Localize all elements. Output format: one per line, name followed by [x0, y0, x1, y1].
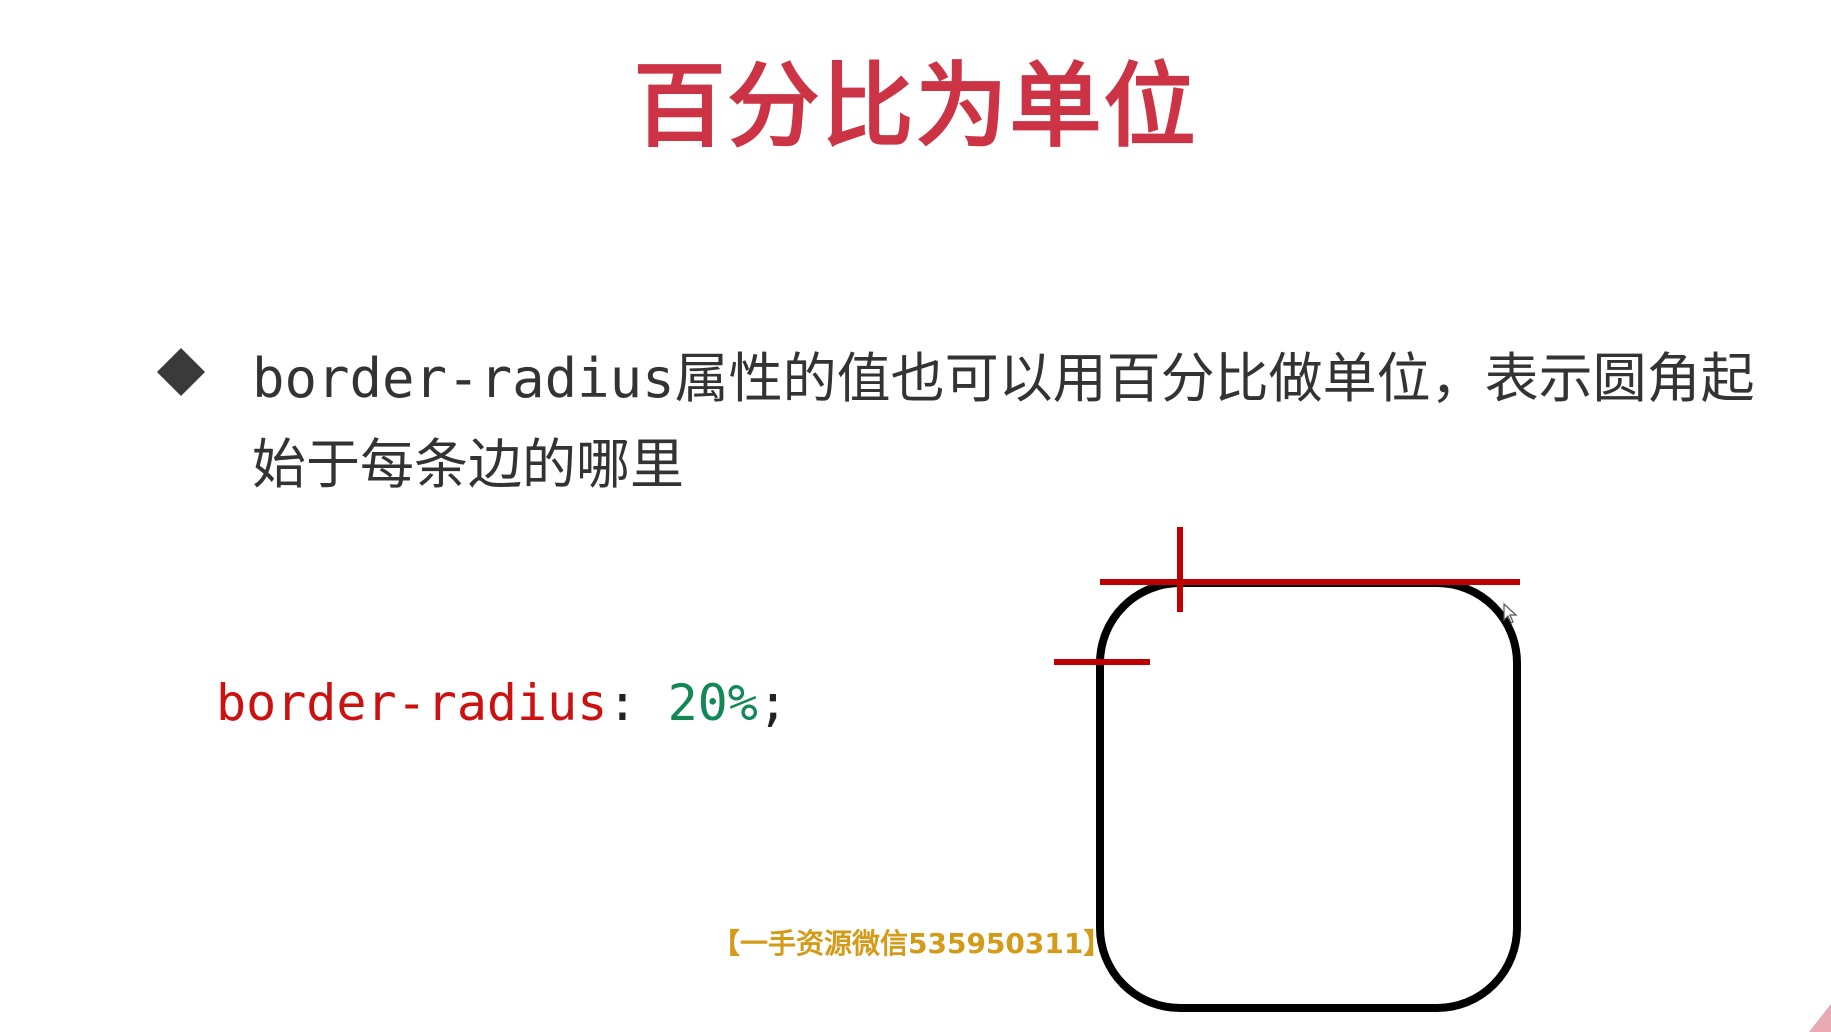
bullet-code-term: border-radius — [252, 347, 675, 410]
bullet-text: border-radius属性的值也可以用百分比做单位，表示圆角起始于每条边的哪… — [252, 336, 1772, 508]
code-colon: : — [607, 674, 668, 732]
rounded-box — [1096, 579, 1521, 1012]
rounded-box-diagram — [1054, 527, 1521, 1012]
slide-title: 百分比为单位 — [633, 53, 1198, 160]
diamond-bullet-icon — [156, 347, 206, 397]
slide: 百分比为单位 border-radius属性的值也可以用百分比做单位，表示圆角起… — [0, 0, 1831, 1032]
watermark-text: 【一手资源微信535950311】 — [712, 927, 1112, 960]
corner-decoration — [1809, 1004, 1831, 1032]
code-example: border-radius: 20%; — [216, 668, 788, 738]
code-property: border-radius — [216, 674, 608, 732]
code-semicolon: ; — [757, 674, 788, 732]
code-value: 20% — [667, 674, 758, 732]
